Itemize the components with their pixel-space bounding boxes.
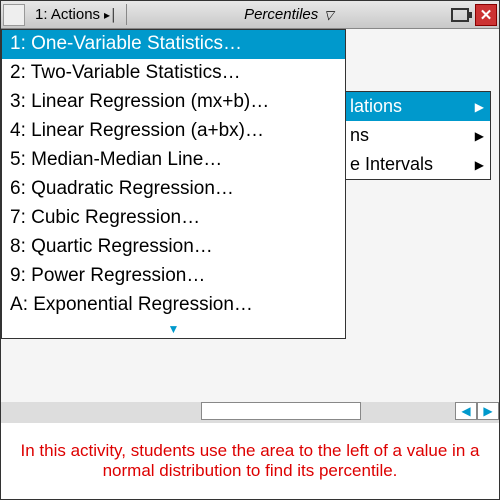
app-window: 1: Actions ▸│ Percentiles ▽ ✕ 1: One-Var… — [0, 0, 500, 500]
chevron-down-icon: ▽ — [324, 8, 333, 22]
chevron-right-icon: ▶ — [475, 100, 484, 114]
menu-scroll-down-icon[interactable]: ▼ — [2, 320, 345, 338]
menu-item-two-variable[interactable]: 2: Two-Variable Statistics… — [2, 59, 345, 88]
scroll-thumb[interactable] — [201, 402, 361, 420]
actions-menu-button[interactable]: 1: Actions ▸│ — [27, 4, 127, 25]
chevron-right-icon: ▶ — [475, 129, 484, 143]
workspace: 1: One-Variable Statistics… 2: Two-Varia… — [1, 29, 499, 422]
submenu-item-intervals[interactable]: e Intervals ▶ — [344, 150, 490, 179]
menu-item-power[interactable]: 9: Power Regression… — [2, 262, 345, 291]
menu-item-linear-mx-b[interactable]: 3: Linear Regression (mx+b)… — [2, 88, 345, 117]
actions-label: 1: Actions — [35, 6, 100, 23]
submenu-item-ns[interactable]: ns ▶ — [344, 121, 490, 150]
toolbar: 1: Actions ▸│ Percentiles ▽ ✕ — [1, 1, 499, 29]
menu-item-quartic[interactable]: 8: Quartic Regression… — [2, 233, 345, 262]
scroll-left-button[interactable]: ◀ — [455, 402, 477, 420]
submenu-item-calculations[interactable]: lations ▶ — [344, 92, 490, 121]
activity-caption: In this activity, students use the area … — [1, 422, 499, 499]
chevron-right-icon: ▸│ — [104, 8, 118, 22]
app-icon — [3, 4, 25, 26]
battery-icon — [451, 8, 469, 22]
scroll-right-button[interactable]: ▶ — [477, 402, 499, 420]
document-title: Percentiles ▽ — [127, 6, 451, 23]
menu-item-linear-a-bx[interactable]: 4: Linear Regression (a+bx)… — [2, 117, 345, 146]
chevron-right-icon: ▶ — [475, 158, 484, 172]
menu-item-cubic[interactable]: 7: Cubic Regression… — [2, 204, 345, 233]
menu-item-one-variable[interactable]: 1: One-Variable Statistics… — [2, 30, 345, 59]
close-button[interactable]: ✕ — [475, 4, 497, 26]
menu-item-quadratic[interactable]: 6: Quadratic Regression… — [2, 175, 345, 204]
horizontal-scrollbar: ◀ ▶ — [1, 402, 499, 422]
submenu-panel: lations ▶ ns ▶ e Intervals ▶ — [343, 91, 491, 180]
stat-calculations-menu: 1: One-Variable Statistics… 2: Two-Varia… — [1, 29, 346, 339]
menu-item-exponential[interactable]: A: Exponential Regression… — [2, 291, 345, 320]
menu-item-median-median[interactable]: 5: Median-Median Line… — [2, 146, 345, 175]
